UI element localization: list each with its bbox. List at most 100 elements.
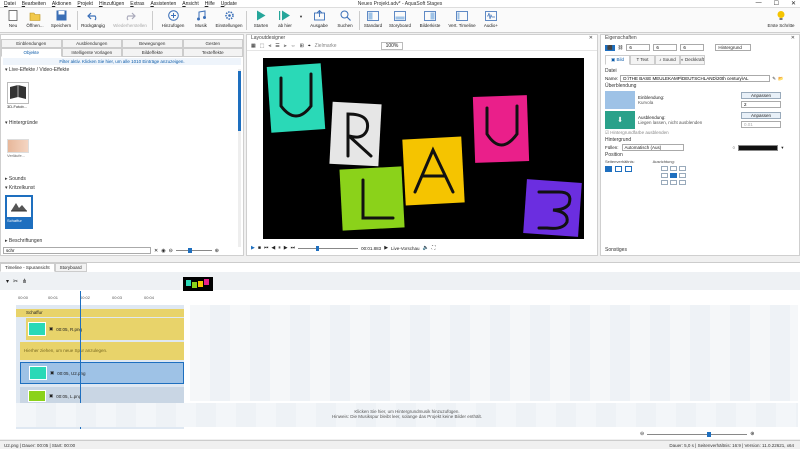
tab-bild[interactable]: ▣ Bild xyxy=(605,55,630,65)
edit-icon[interactable]: ✎ xyxy=(772,76,776,82)
layout-storyboard-button[interactable]: Storyboard xyxy=(386,10,414,28)
layout-standard-button[interactable]: Standard xyxy=(360,10,386,28)
marker-icon[interactable]: ▾ xyxy=(6,278,9,285)
layer-dropdown[interactable]: Hintergrund xyxy=(715,44,751,51)
item-verlaeufe[interactable]: Verläufe... xyxy=(7,139,35,163)
next-frame-icon[interactable]: ▶ xyxy=(284,245,288,251)
tab-bildeffekte[interactable]: Bildeffekte xyxy=(122,48,183,57)
play-dropdown-button[interactable]: ▾ xyxy=(296,14,306,20)
maximize-icon[interactable]: ☐ xyxy=(774,0,779,7)
tab-intelligente-vorlagen[interactable]: Intelligente Vorlagen xyxy=(61,48,122,57)
clear-search-icon[interactable]: ✕ xyxy=(154,248,158,254)
magnet-icon[interactable]: ⋔ xyxy=(22,278,27,285)
play-icon[interactable]: ▶ xyxy=(251,245,255,251)
tab-timeline[interactable]: Timeline - Spuransicht xyxy=(0,263,55,272)
music-track[interactable]: Klicken Sie hier, um Hintergrundmusik hi… xyxy=(16,403,798,427)
tab-deckkraft[interactable]: ◐ Deckkraft xyxy=(680,55,705,65)
zoom-dropdown[interactable]: 100% xyxy=(380,42,404,50)
layout-bilderkiste-button[interactable]: Bilderkiste xyxy=(416,10,444,28)
tab-gesten[interactable]: Gesten xyxy=(182,39,243,48)
first-steps-button[interactable]: Erste Schritte xyxy=(764,10,798,28)
aspect-fill-icon[interactable] xyxy=(615,166,622,172)
name-input[interactable] xyxy=(620,75,771,82)
select-icon[interactable]: ⬚ xyxy=(260,43,265,49)
link-icon[interactable]: ⛓ xyxy=(618,45,624,51)
zoom-out-icon[interactable]: ⊖ xyxy=(169,248,173,254)
undo-button[interactable]: Rückgängig xyxy=(80,10,106,28)
item-3d-fotobuch[interactable]: 3D-Fotob... xyxy=(7,82,31,112)
preview-scrub-bar[interactable] xyxy=(298,245,359,251)
panel-close-icon[interactable]: ✕ xyxy=(791,35,795,42)
fullscreen-icon[interactable]: ⛶ xyxy=(432,245,436,251)
align-br[interactable] xyxy=(679,180,686,185)
tab-bewegungen[interactable]: Bewegungen xyxy=(122,39,183,48)
fuellen-dropdown[interactable]: Automatisch (Aus) xyxy=(621,144,684,151)
align-right-icon[interactable]: ⫸ xyxy=(284,43,287,49)
layout-vertical-timeline-button[interactable]: Vert. Timeline xyxy=(446,10,478,28)
grid-icon[interactable]: ▦ xyxy=(251,43,256,49)
pause-icon[interactable]: ⏸ xyxy=(278,245,281,251)
align-bl[interactable] xyxy=(661,180,668,185)
preview-canvas[interactable] xyxy=(263,58,584,239)
ausblendung-box[interactable]: Ausblendung: Liegen lassen, nicht ausblen… xyxy=(638,115,738,125)
skip-start-icon[interactable]: ⏮ xyxy=(264,245,269,251)
tab-einblendungen[interactable]: Einblendungen xyxy=(1,39,62,48)
align-mc[interactable] xyxy=(670,173,677,178)
ausblendung-anpassen-button[interactable]: Anpassen xyxy=(741,112,781,119)
live-preview-icon[interactable]: ▶ xyxy=(384,245,388,251)
scrub-handle[interactable] xyxy=(316,245,320,251)
tab-texteffekte[interactable]: Texteffekte xyxy=(182,48,243,57)
start-button[interactable]: Starten xyxy=(248,10,274,28)
lock-icon[interactable]: ⬛ xyxy=(605,44,615,51)
save-button[interactable]: Speichern xyxy=(48,10,74,28)
folder-open-icon[interactable]: 📂 xyxy=(778,76,784,82)
tab-sound[interactable]: ♪ Sound xyxy=(655,55,680,65)
slider-handle[interactable] xyxy=(187,248,192,253)
section-kritzelkunst[interactable]: ▾ Kritzelkunst xyxy=(1,184,231,192)
panel-close-icon[interactable]: ✕ xyxy=(589,35,593,42)
play-from-here-button[interactable]: ab hier xyxy=(272,10,298,28)
section-live-effekte[interactable]: ▾ Live-Effekte / Video-Effekte xyxy=(1,66,243,74)
toolbox-scrollbar[interactable] xyxy=(238,69,241,247)
einblendung-box[interactable]: Einblendung: Kurvola xyxy=(638,95,738,105)
align-ml[interactable] xyxy=(661,173,668,178)
fill-color-circle-icon[interactable]: ○ xyxy=(733,145,736,150)
add-button[interactable]: Hinzufügen xyxy=(158,10,188,28)
track-r[interactable]: ▣ 00:05, R.png xyxy=(26,318,184,340)
section-beschriftungen[interactable]: ▸ Beschriftungen xyxy=(1,237,231,245)
redo-button[interactable]: Wiederherstellen xyxy=(112,10,148,28)
volume-icon[interactable]: 🔈 xyxy=(423,245,429,251)
layout-audio-button[interactable]: Audio+ xyxy=(478,10,504,28)
close-icon[interactable]: ✕ xyxy=(791,0,796,7)
tab-storyboard[interactable]: Storyboard xyxy=(54,263,87,272)
align-tr[interactable] xyxy=(679,166,686,171)
filter-notice[interactable]: Filter aktiv. Klicken Sie hier, um alle … xyxy=(3,58,241,65)
fill-color-swatch[interactable] xyxy=(738,144,779,151)
settings-button[interactable]: Einstellungen xyxy=(214,10,244,28)
toolbox-search-input[interactable] xyxy=(3,247,151,254)
tab-text[interactable]: T Text xyxy=(630,55,655,65)
einblendung-anpassen-button[interactable]: Anpassen xyxy=(741,92,781,99)
pos-z-input[interactable] xyxy=(680,44,705,51)
timeline-ruler[interactable]: 00:00 00:01 00:02 00:03 00:04 xyxy=(16,295,184,303)
music-button[interactable]: Musik xyxy=(188,10,214,28)
pos-y-input[interactable] xyxy=(653,44,678,51)
distribute-icon[interactable]: ⇔ xyxy=(291,43,296,49)
section-sounds[interactable]: ▸ Sounds xyxy=(1,175,231,183)
eye-icon[interactable]: ◉ xyxy=(161,248,165,254)
tab-objekte[interactable]: Objekte xyxy=(1,48,62,57)
search-button[interactable]: Suchen xyxy=(332,10,358,28)
toolbox-scroll-thumb[interactable] xyxy=(238,71,241,131)
align-left-icon[interactable]: ⫷ xyxy=(268,43,271,49)
minimize-icon[interactable]: — xyxy=(756,0,762,7)
zoom-in-icon[interactable]: ⊕ xyxy=(215,248,219,254)
output-button[interactable]: Ausgabe xyxy=(306,10,332,28)
snap-icon[interactable]: ⊞ xyxy=(300,43,304,49)
ausblendung-duration-input[interactable] xyxy=(741,121,781,128)
stop-icon[interactable]: ■ xyxy=(258,245,261,251)
live-preview-label[interactable]: Live-Vorschau xyxy=(391,246,420,251)
align-mr[interactable] xyxy=(679,173,686,178)
prev-frame-icon[interactable]: ◀ xyxy=(271,245,275,251)
aspect-fit-icon[interactable] xyxy=(605,166,612,172)
align-tc[interactable] xyxy=(670,166,677,171)
